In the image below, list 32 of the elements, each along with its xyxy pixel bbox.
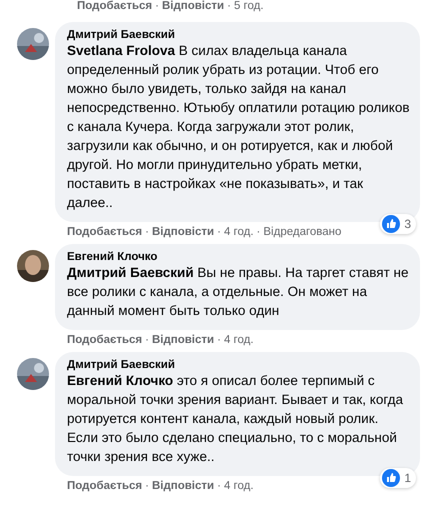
action-link[interactable]: Подобається [67,334,142,346]
timestamp-link[interactable]: 4 год. [224,480,254,492]
reaction-count[interactable]: 3 [380,214,416,234]
like-icon [382,215,400,233]
action-link[interactable]: Відповісти [152,480,214,492]
author-link[interactable]: Евгений Клочко [67,251,410,263]
action-link[interactable]: Подобається [77,0,152,12]
action-link[interactable]: Подобається [67,480,142,492]
timestamp-link[interactable]: 4 год. [224,334,254,346]
reaction-count[interactable]: 1 [380,468,416,488]
comment-text: Svetlana Frolova В силах владельца канала определенный ролик убрать из ротации. Чтоб его можно было увидеть, только зайдя на канал непосредственно. Ютьюбу оплатили ротацию роликов с канала Кучера. Когда загружали этот ролик, загрузили как обычно, и он ротируется, как и любой другой. Но могли принудительно убрать метки, поставить в настройках «не показывать», и так далее.. [67,42,410,212]
action-link[interactable]: Відповісти [162,0,224,12]
timestamp-link[interactable]: 5 год. [234,0,264,12]
edited-label: Відредаговано [263,226,342,238]
author-link[interactable]: Дмитрий Баевский [67,359,410,371]
separator-dot: · [256,226,260,238]
action-link[interactable]: Відповісти [152,334,214,346]
separator-dot: · [145,334,149,346]
action-link[interactable]: Подобається [67,226,142,238]
separator-dot: · [145,226,149,238]
separator-dot: · [217,226,221,238]
author-link[interactable]: Дмитрий Баевский [67,29,410,41]
like-icon [382,469,400,487]
comment-text: Евгений Клочко это я описал более терпимый с моральной точки зрения вариант. Бывает и так, когда ротируется контент канала, каждый новый ролик. Если это было сделано специально, то с моральной точки зрения все хуже.. [67,372,404,466]
comment-text: Дмитрий Баевский Вы не правы. На таргет ставят не все ролики с канала, а отдельные. Он может на данный момент быть только один [67,264,410,320]
separator-dot: · [227,0,231,12]
separator-dot: · [217,480,221,492]
separator-dot: · [145,480,149,492]
action-link[interactable]: Відповісти [152,226,214,238]
separator-dot: · [217,334,221,346]
timestamp-link[interactable]: 4 год. [224,226,254,238]
separator-dot: · [155,0,159,12]
